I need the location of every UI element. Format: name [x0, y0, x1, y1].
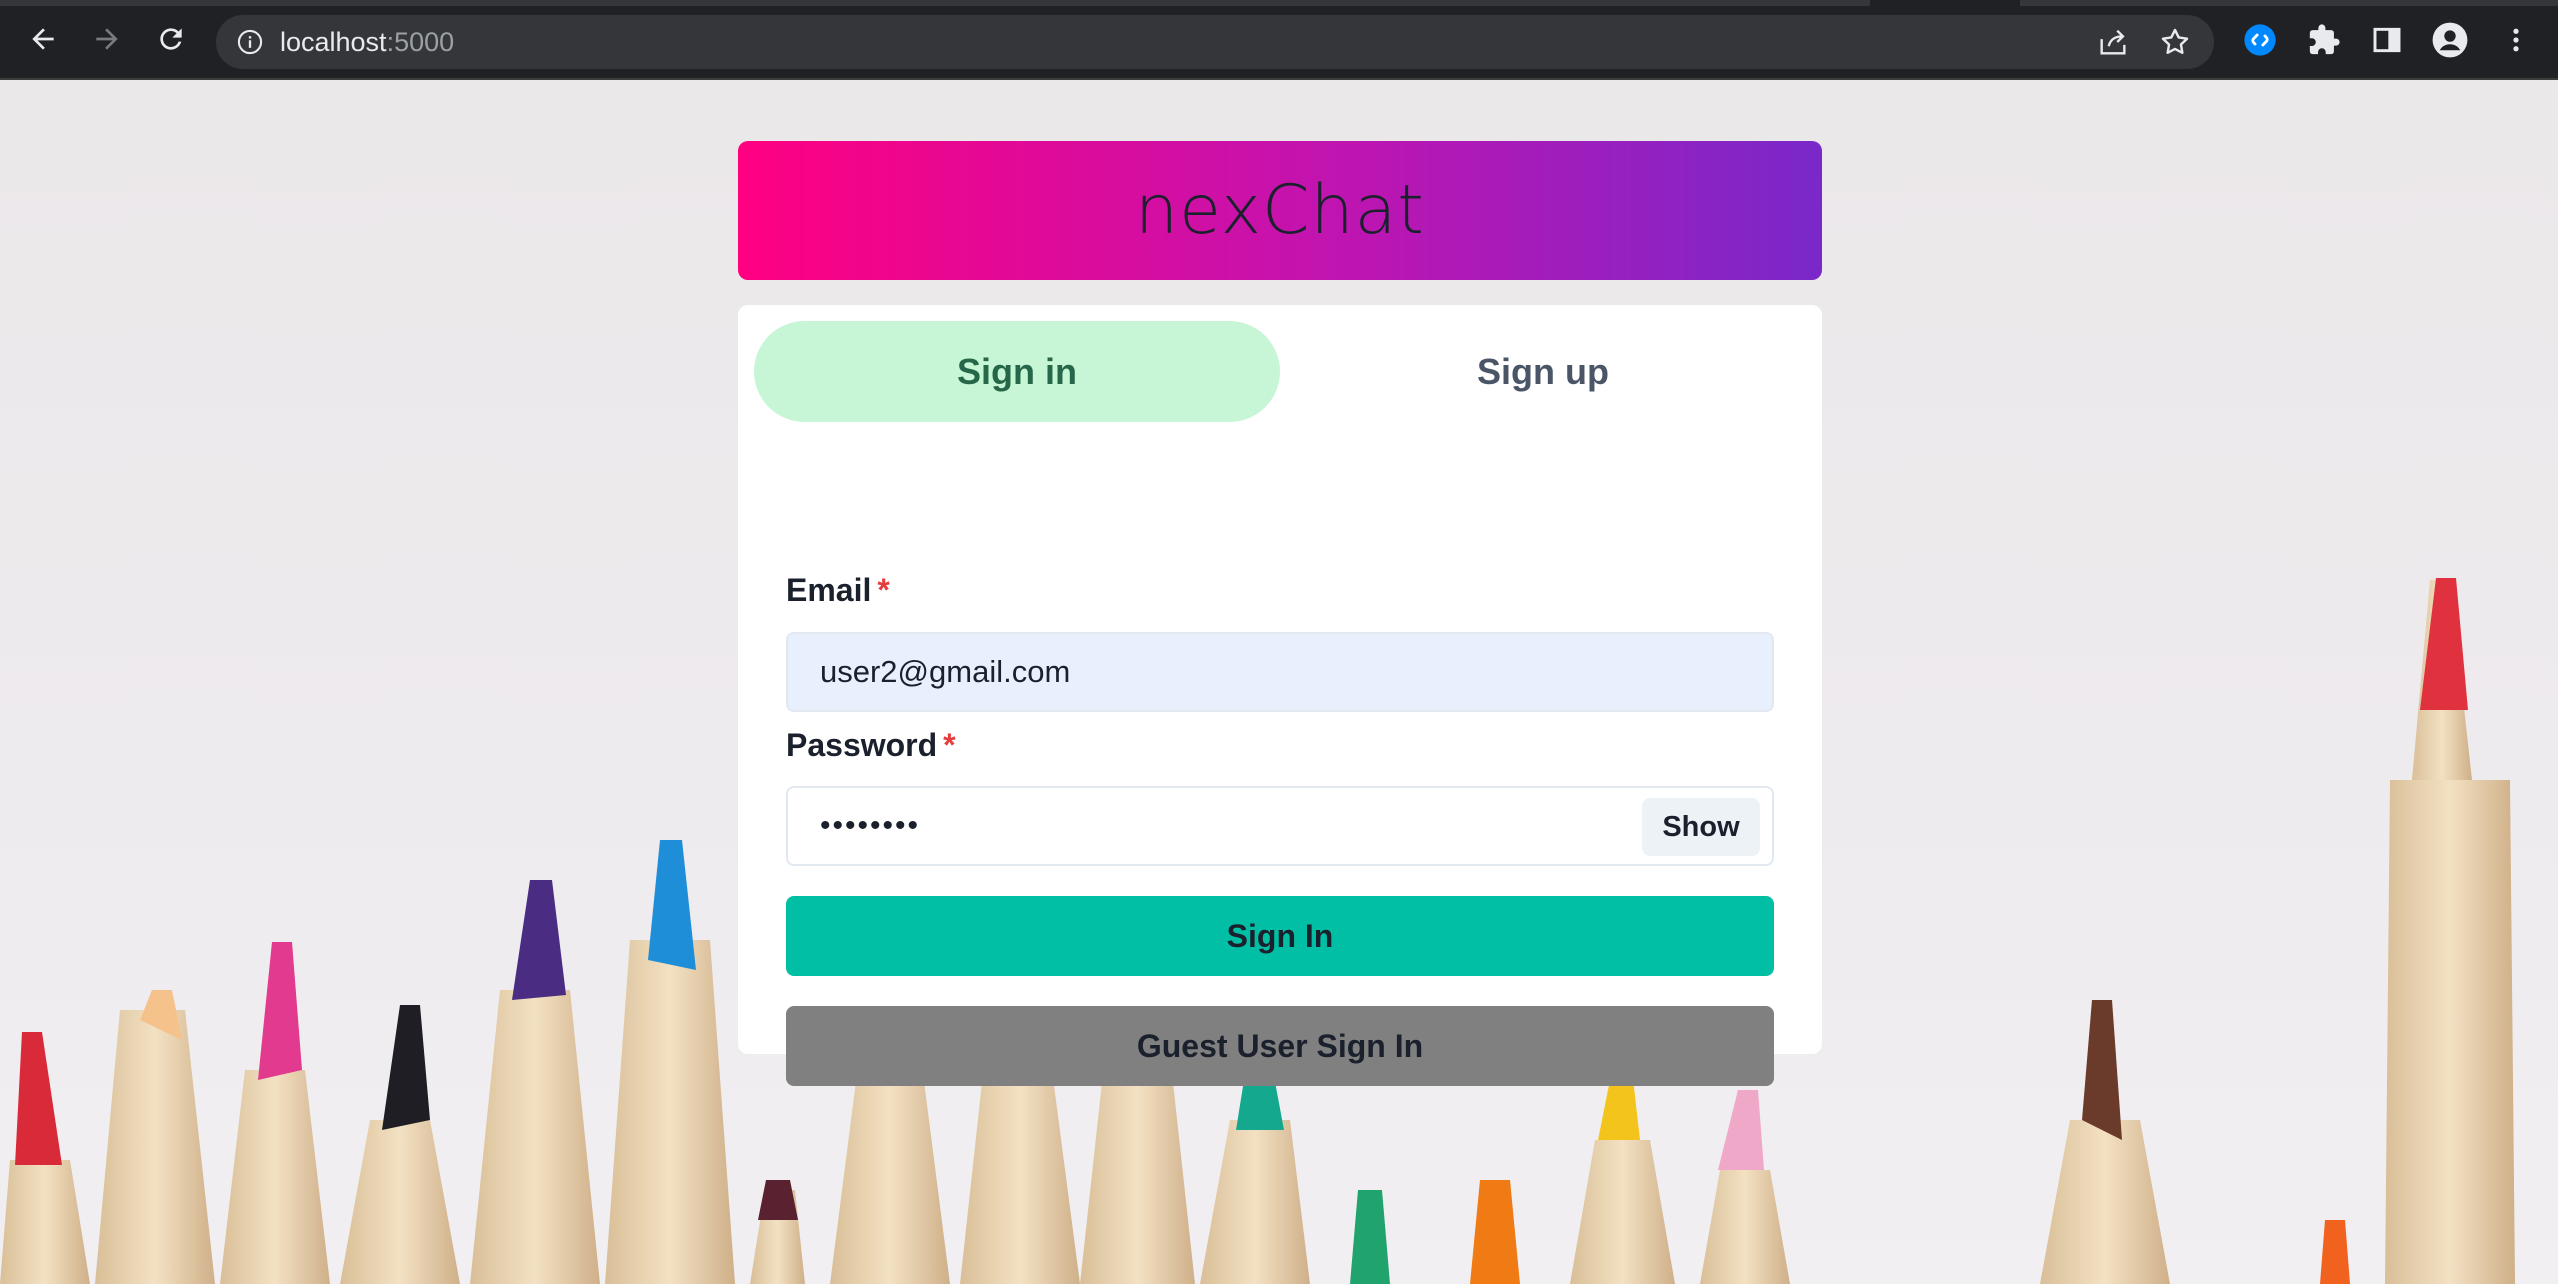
password-label-text: Password	[786, 727, 938, 763]
profile-button[interactable]	[2429, 19, 2471, 61]
extensions-button[interactable]	[2303, 19, 2345, 61]
puzzle-extensions-icon	[2309, 24, 2340, 55]
email-label-text: Email	[786, 572, 872, 608]
profile-icon	[2432, 22, 2468, 58]
sign-in-button[interactable]: Sign In	[786, 896, 1774, 976]
back-arrow-icon	[32, 28, 54, 50]
star-icon[interactable]	[2158, 25, 2192, 59]
auth-tabs: Sign in Sign up	[754, 321, 1806, 422]
guest-sign-in-button[interactable]: Guest User Sign In	[786, 1006, 1774, 1086]
show-password-button[interactable]: Show	[1642, 798, 1760, 856]
address-bar[interactable]: localhost:5000	[216, 15, 2214, 69]
password-value: ••••••••	[820, 809, 921, 842]
tab-strip	[0, 0, 1870, 6]
tab-sign-in[interactable]: Sign in	[754, 321, 1280, 422]
shazam-extension-icon	[2244, 24, 2276, 56]
password-required-marker: *	[943, 727, 956, 763]
tab-sign-up[interactable]: Sign up	[1280, 321, 1806, 422]
password-label: Password *	[786, 727, 956, 764]
tab-strip-right	[2020, 0, 2558, 6]
browser-menu-button[interactable]	[2495, 19, 2537, 61]
browser-toolbar: localhost:5000	[0, 0, 2558, 80]
forward-arrow-icon	[96, 28, 118, 50]
side-panel-button[interactable]	[2366, 19, 2408, 61]
url-text: localhost:5000	[280, 27, 454, 58]
password-field[interactable]: •••••••• Show	[786, 786, 1774, 866]
email-label: Email *	[786, 572, 890, 609]
shazam-extension-button[interactable]	[2239, 19, 2281, 61]
side-panel-icon	[2373, 27, 2401, 53]
forward-button[interactable]	[84, 16, 130, 62]
kebab-menu-icon	[2513, 28, 2519, 52]
url-host: localhost	[280, 26, 387, 57]
email-field[interactable]: user2@gmail.com	[786, 632, 1774, 712]
email-required-marker: *	[877, 572, 890, 608]
auth-card: Sign in Sign up Email * user2@gmail.com P…	[738, 305, 1822, 1086]
app-title: nexChat	[1135, 171, 1425, 250]
reload-button[interactable]	[148, 16, 194, 62]
info-icon[interactable]	[236, 28, 264, 56]
email-value: user2@gmail.com	[820, 654, 1071, 689]
back-button[interactable]	[20, 16, 66, 62]
url-port: :5000	[386, 26, 455, 57]
reload-icon	[160, 28, 182, 50]
page-background: nexChat Sign in Sign up Email * user2@gma…	[0, 80, 2558, 1284]
share-icon[interactable]	[2096, 25, 2130, 59]
brand-header: nexChat	[738, 141, 1822, 280]
